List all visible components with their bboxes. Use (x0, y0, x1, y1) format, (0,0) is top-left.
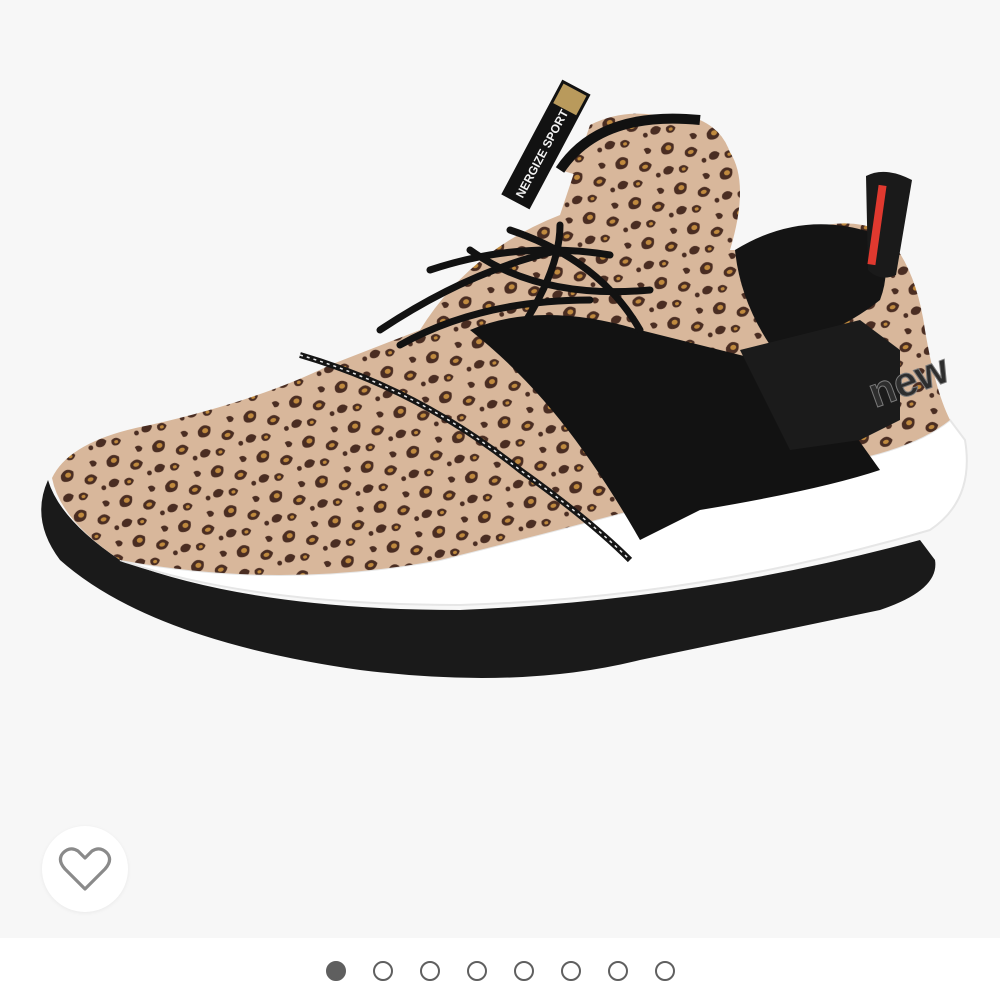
carousel-dot-8[interactable] (654, 961, 675, 981)
wishlist-button[interactable] (42, 826, 128, 912)
carousel-dot-1[interactable] (325, 961, 346, 981)
carousel-dot-4[interactable] (466, 961, 487, 981)
product-image-gallery[interactable]: NERGIZE SPORT new (0, 0, 1000, 938)
carousel-dot-2[interactable] (372, 961, 393, 981)
carousel-dots (325, 961, 675, 981)
product-image[interactable]: NERGIZE SPORT new (0, 0, 1000, 938)
heart-outline-icon (58, 847, 112, 891)
carousel-dot-5[interactable] (513, 961, 534, 981)
carousel-pagination (0, 938, 1000, 1000)
carousel-dot-6[interactable] (560, 961, 581, 981)
carousel-dot-7[interactable] (607, 961, 628, 981)
carousel-dot-3[interactable] (419, 961, 440, 981)
